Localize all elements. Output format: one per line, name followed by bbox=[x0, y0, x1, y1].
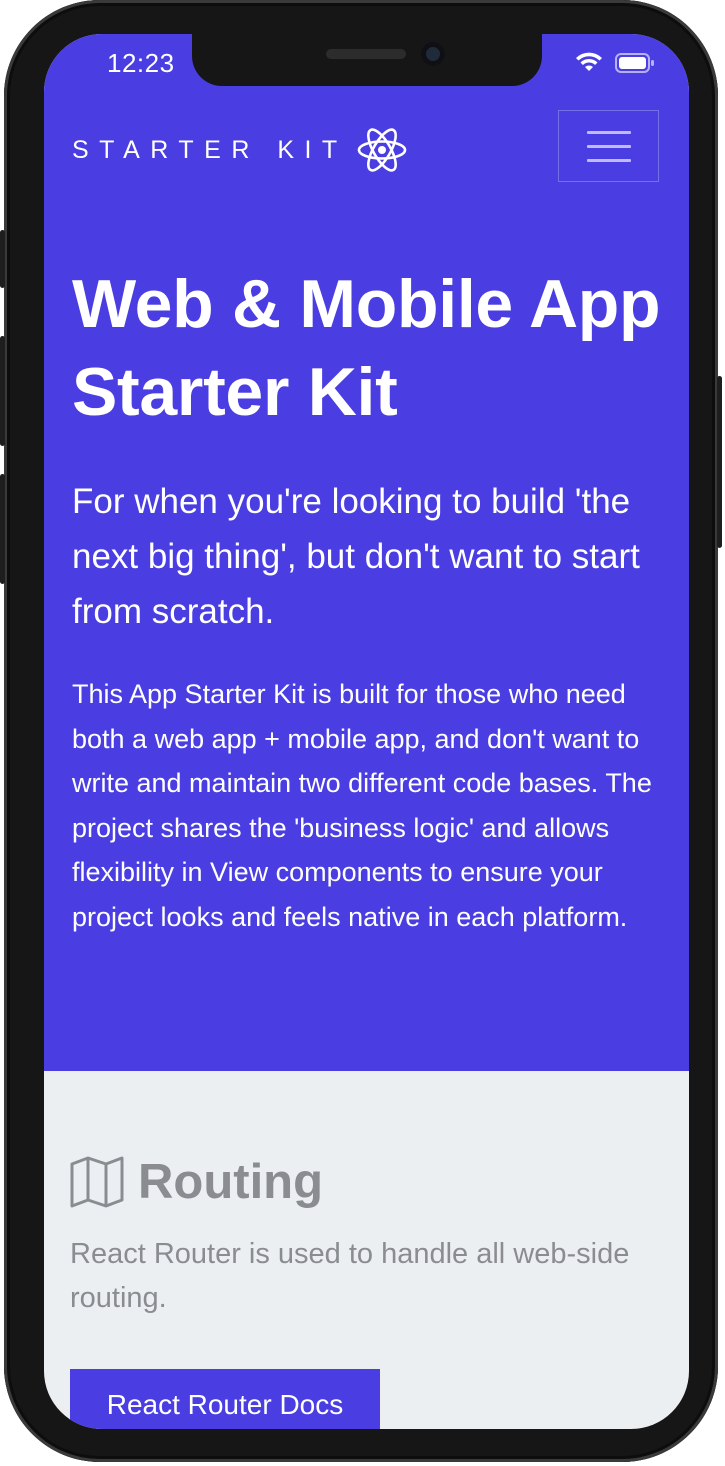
hamburger-menu-icon bbox=[586, 144, 631, 148]
front-camera bbox=[421, 42, 445, 66]
hamburger-menu-icon bbox=[586, 158, 631, 162]
section-text: React Router is used to handle all web-s… bbox=[70, 1238, 630, 1314]
hero-section: 12:23 STARTER KIT Web & Mobile App Start… bbox=[44, 34, 689, 1071]
phone-frame: 12:23 STARTER KIT Web & Mobile App Start… bbox=[0, 0, 722, 1462]
section-header: Routing bbox=[70, 1154, 650, 1210]
battery-icon bbox=[615, 53, 654, 73]
silent-switch bbox=[0, 230, 5, 288]
wifi-icon bbox=[576, 52, 602, 71]
map-icon bbox=[70, 1156, 124, 1208]
hamburger-menu-icon bbox=[586, 130, 631, 134]
notch bbox=[192, 34, 542, 86]
section-title: Routing bbox=[138, 1155, 324, 1209]
speaker-grille bbox=[326, 49, 406, 59]
react-router-docs-button[interactable]: React Router Docs bbox=[70, 1369, 380, 1429]
hero-title: Web & Mobile App Starter Kit bbox=[72, 266, 661, 430]
hero-subtitle: For when you're looking to build 'the ne… bbox=[72, 482, 640, 631]
react-atom-icon bbox=[357, 128, 407, 172]
volume-up-button bbox=[0, 336, 5, 446]
routing-section: Routing React Router is used to handle a… bbox=[70, 1154, 650, 1320]
hero-body: This App Starter Kit is built for those … bbox=[72, 679, 652, 932]
volume-down-button bbox=[0, 474, 5, 584]
screen: 12:23 STARTER KIT Web & Mobile App Start… bbox=[44, 34, 689, 1429]
brand[interactable]: STARTER KIT bbox=[72, 126, 408, 174]
status-icons bbox=[575, 52, 655, 74]
menu-toggle-button[interactable] bbox=[558, 110, 659, 182]
brand-text: STARTER KIT bbox=[72, 135, 348, 164]
power-button bbox=[717, 376, 722, 548]
status-time: 12:23 bbox=[107, 48, 175, 78]
